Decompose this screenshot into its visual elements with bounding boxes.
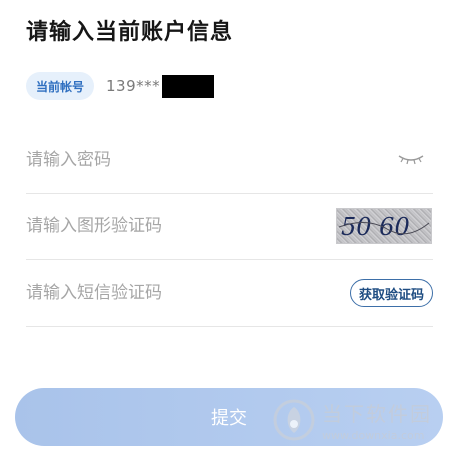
password-field: [26, 127, 433, 194]
get-sms-code-button[interactable]: 获取验证码: [349, 279, 433, 307]
downxia-logo-icon: [273, 399, 315, 441]
captcha-field: 50 60: [26, 193, 433, 260]
account-number: 139***: [106, 77, 161, 95]
watermark-name: 当下软件园: [322, 402, 432, 426]
watermark: 当下软件园 www.downxia.com: [272, 398, 432, 442]
sms-code-input[interactable]: [26, 283, 326, 303]
captcha-input[interactable]: [26, 216, 326, 236]
password-input[interactable]: [26, 150, 326, 170]
captcha-text: 50 60: [341, 213, 410, 241]
sms-field: 获取验证码: [26, 260, 433, 327]
current-account-row: 当前帐号 139***: [26, 72, 215, 100]
captcha-image[interactable]: 50 60: [336, 208, 432, 244]
page-title: 请输入当前账户信息: [26, 20, 234, 45]
account-redaction: [162, 74, 215, 98]
account-tag: 当前帐号: [26, 72, 95, 100]
eye-closed-icon[interactable]: [397, 153, 425, 167]
watermark-url: www.downxia.com: [322, 429, 425, 442]
